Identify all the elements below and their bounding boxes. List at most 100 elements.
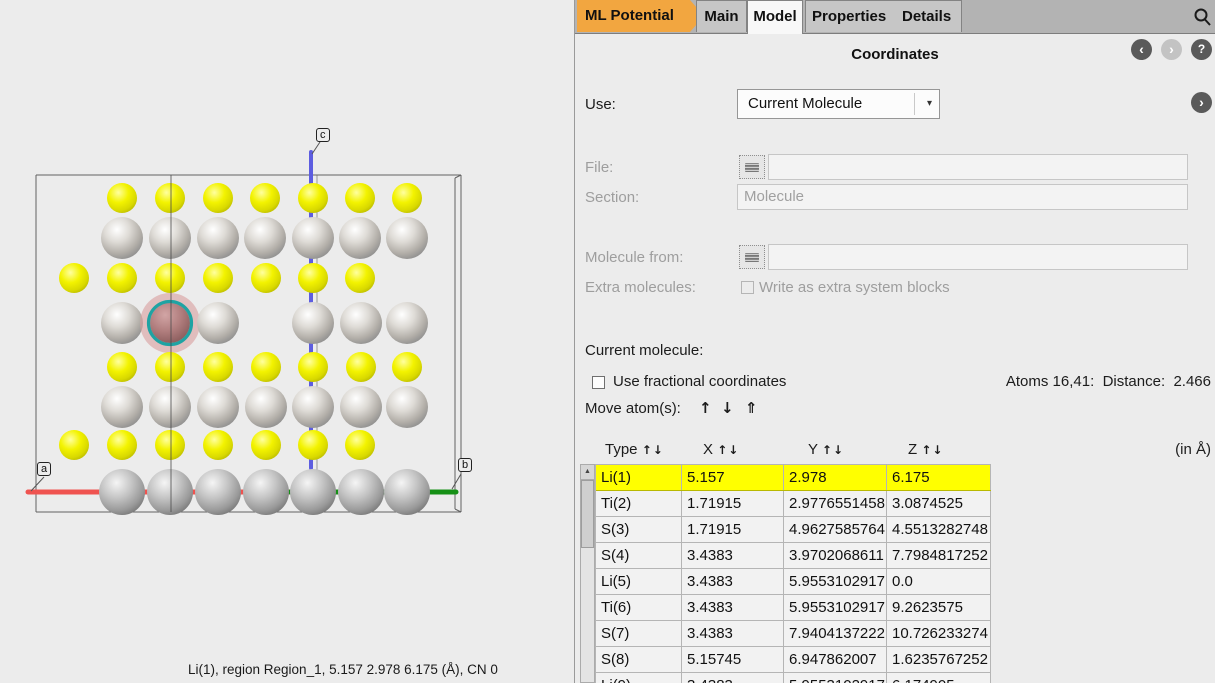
atom-S[interactable] [155,430,185,460]
selected-atom[interactable] [150,303,190,343]
atom-S[interactable] [59,430,89,460]
atom-Ti[interactable] [292,302,334,344]
table-row[interactable]: S(8) 5.15745 6.947862007 1.6235767252 [596,647,991,673]
molecule-3d-viewport[interactable]: a b c Li(1), region Region_1, 5.157 2.97… [0,0,575,683]
cell-x[interactable]: 3.4383 [682,673,784,683]
move-up-layer-icon[interactable]: ⇑ [745,399,758,417]
column-header-type[interactable]: Type ↑↓ [605,441,664,458]
cell-type[interactable]: S(7) [596,621,682,646]
table-row[interactable]: Ti(2) 1.71915 2.9776551458 3.0874525 [596,491,991,517]
cell-y[interactable]: 5.9553102917 [784,595,887,620]
cell-y[interactable]: 2.9776551458 [784,491,887,516]
column-header-z[interactable]: Z ↑↓ [908,441,943,458]
cell-z[interactable]: 7.7984817252 [887,543,991,568]
move-down-icon[interactable]: ↓ [721,399,734,417]
cell-z[interactable]: 6.175 [887,465,991,490]
atom-Ti[interactable] [386,217,428,259]
scrollbar-up-icon[interactable]: ▲ [581,465,594,480]
atom-Ti[interactable] [197,386,239,428]
sort-arrows-icon[interactable]: ↑↓ [717,443,739,457]
atom-S[interactable] [346,352,376,382]
column-header-y[interactable]: Y ↑↓ [808,441,844,458]
cell-x[interactable]: 1.71915 [682,491,784,516]
cell-y[interactable]: 6.947862007 [784,647,887,672]
back-button[interactable]: ‹ [1131,39,1152,60]
atom-Ti[interactable] [340,302,382,344]
cell-z[interactable]: 10.726233274 [887,621,991,646]
scrollbar-thumb[interactable] [581,480,594,548]
atom-Ti[interactable] [245,386,287,428]
cell-type[interactable]: Li(1) [596,465,682,490]
table-row[interactable]: S(4) 3.4383 3.9702068611 7.7984817252 [596,543,991,569]
search-icon[interactable] [1193,7,1212,27]
tab-main[interactable]: Main [696,0,747,32]
tab-properties[interactable]: Properties [812,1,886,33]
atom-Ti[interactable] [101,386,143,428]
atom-S[interactable] [392,352,422,382]
use-detail-button[interactable]: › [1191,92,1212,113]
cell-z[interactable]: 9.2623575 [887,595,991,620]
atom-Ti[interactable] [149,386,191,428]
atom-Ti[interactable] [384,469,430,515]
cell-y[interactable]: 4.9627585764 [784,517,887,542]
table-row[interactable]: S(3) 1.71915 4.9627585764 4.5513282748 [596,517,991,543]
atom-S[interactable] [345,430,375,460]
atom-S[interactable] [107,263,137,293]
section-field[interactable]: Molecule [737,184,1188,210]
cell-x[interactable]: 3.4383 [682,543,784,568]
atom-Ti[interactable] [386,302,428,344]
tab-details[interactable]: Details [902,1,951,33]
atom-Ti[interactable] [197,302,239,344]
molecule-from-browse-button[interactable] [739,245,765,269]
tab-model[interactable]: Model [747,0,803,34]
atom-Ti[interactable] [243,469,289,515]
atom-Ti[interactable] [290,469,336,515]
cell-type[interactable]: S(4) [596,543,682,568]
atom-S[interactable] [203,183,233,213]
cell-type[interactable]: Li(9) [596,673,682,683]
atom-Ti[interactable] [149,217,191,259]
atom-S[interactable] [155,183,185,213]
table-row[interactable]: Li(5) 3.4383 5.9553102917 0.0 [596,569,991,595]
atom-S[interactable] [203,430,233,460]
atom-S[interactable] [298,352,328,382]
atom-S[interactable] [298,183,328,213]
cell-y[interactable]: 5.9553102917 [784,673,887,683]
atom-S[interactable] [251,263,281,293]
atom-S[interactable] [107,430,137,460]
cell-y[interactable]: 7.9404137222 [784,621,887,646]
atom-S[interactable] [203,352,233,382]
atom-S[interactable] [298,263,328,293]
atom-Ti[interactable] [244,217,286,259]
molecule-scene[interactable] [0,0,574,683]
column-header-x[interactable]: X ↑↓ [703,441,739,458]
sort-arrows-icon[interactable]: ↑↓ [822,443,844,457]
extra-molecules-checkbox[interactable] [741,281,754,294]
fractional-coordinates-checkbox[interactable] [592,376,605,389]
atom-S[interactable] [392,183,422,213]
file-browse-button[interactable] [739,155,765,179]
table-row[interactable]: Ti(6) 3.4383 5.9553102917 9.2623575 [596,595,991,621]
cell-z[interactable]: 0.0 [887,569,991,594]
table-row[interactable]: Li(9) 3.4383 5.9553102917 6.174905 [596,673,991,683]
sort-arrows-icon[interactable]: ↑↓ [642,443,664,457]
cell-type[interactable]: Ti(6) [596,595,682,620]
file-field[interactable] [768,154,1188,180]
atom-Ti[interactable] [292,217,334,259]
cell-z[interactable]: 6.174905 [887,673,991,683]
tab-ml-potential[interactable]: ML Potential [577,0,704,32]
atom-Ti[interactable] [292,386,334,428]
cell-y[interactable]: 3.9702068611 [784,543,887,568]
cell-type[interactable]: S(8) [596,647,682,672]
cell-z[interactable]: 1.6235767252 [887,647,991,672]
atom-S[interactable] [251,352,281,382]
cell-x[interactable]: 3.4383 [682,569,784,594]
table-row[interactable]: S(7) 3.4383 7.9404137222 10.726233274 [596,621,991,647]
atom-S[interactable] [345,263,375,293]
atom-Ti[interactable] [338,469,384,515]
atom-Ti[interactable] [340,386,382,428]
atoms-layer[interactable] [59,183,430,515]
atom-Ti[interactable] [147,469,193,515]
table-row[interactable]: Li(1) 5.157 2.978 6.175 [596,465,991,491]
table-scrollbar[interactable]: ▲ [580,464,595,683]
